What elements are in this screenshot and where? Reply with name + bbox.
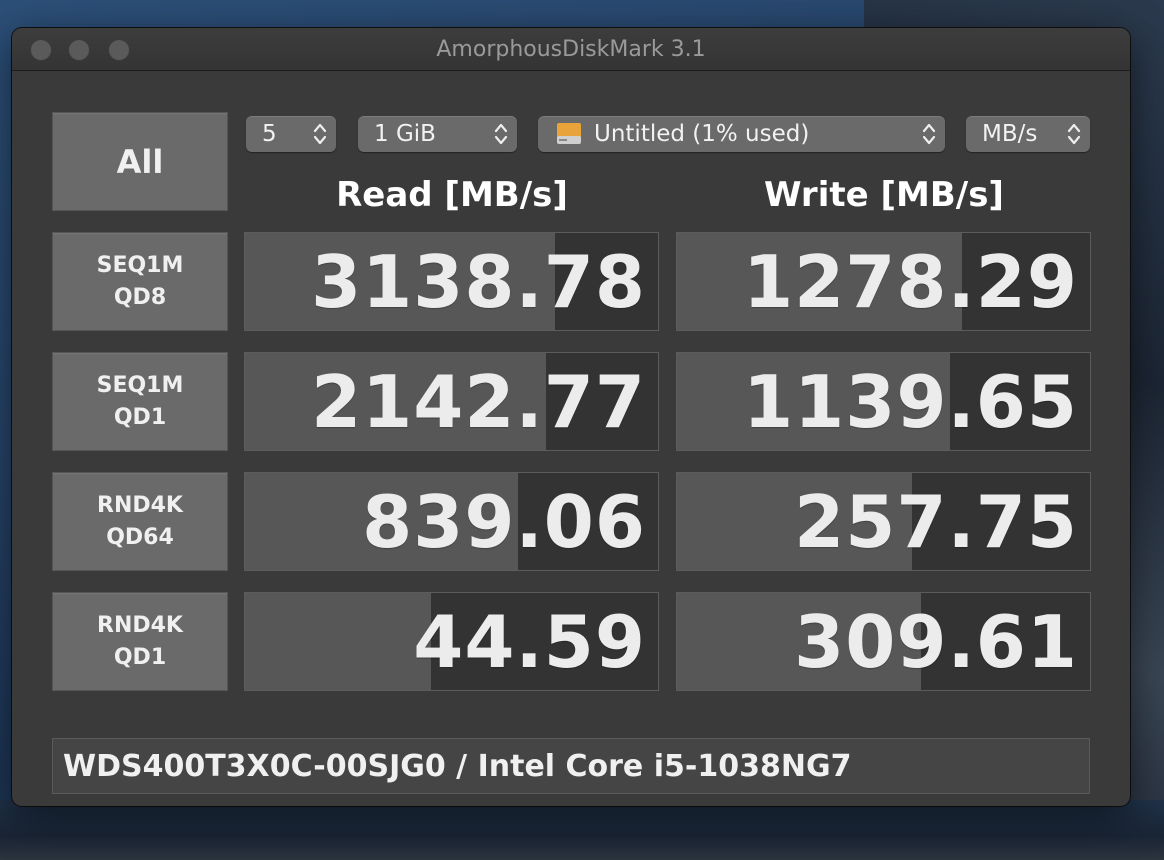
write-value: 257.75 <box>794 480 1078 564</box>
write-value: 1278.29 <box>743 240 1078 324</box>
write-value: 309.61 <box>794 600 1078 684</box>
main-panel: All 5 1 GiB Untitled (1% used) MB/s Read… <box>12 71 1130 806</box>
drive-value: Untitled (1% used) <box>594 121 810 147</box>
app-window: AmorphousDiskMark 3.1 All 5 1 GiB Untitl… <box>12 28 1130 806</box>
test-size-select[interactable]: 1 GiB <box>358 116 517 152</box>
read-column-header: Read [MB/s] <box>336 175 568 215</box>
row-label-seq1m-qd1[interactable]: SEQ1M QD1 <box>52 352 228 451</box>
read-result-rnd4k-qd1: 44.59 <box>244 592 659 691</box>
row-label-line1: SEQ1M <box>96 252 184 278</box>
read-value: 3138.78 <box>311 240 646 324</box>
unit-select[interactable]: MB/s <box>966 116 1090 152</box>
read-value: 839.06 <box>362 480 646 564</box>
row-label-line1: RND4K <box>97 492 183 518</box>
chevron-updown-icon <box>1067 123 1081 145</box>
chevron-updown-icon <box>313 123 327 145</box>
row-label-line1: SEQ1M <box>96 372 184 398</box>
test-count-select[interactable]: 5 <box>246 116 336 152</box>
unit-value: MB/s <box>982 121 1038 147</box>
row-label-rnd4k-qd1[interactable]: RND4K QD1 <box>52 592 228 691</box>
chevron-updown-icon <box>494 123 508 145</box>
row-label-line1: RND4K <box>97 612 183 638</box>
drive-icon <box>557 123 581 144</box>
read-bar-fill <box>245 593 431 690</box>
all-button[interactable]: All <box>52 112 228 211</box>
write-result-rnd4k-qd1: 309.61 <box>676 592 1091 691</box>
write-result-rnd4k-qd64: 257.75 <box>676 472 1091 571</box>
row-label-line2: QD1 <box>113 404 167 430</box>
read-result-rnd4k-qd64: 839.06 <box>244 472 659 571</box>
test-count-value: 5 <box>262 121 277 147</box>
read-value: 44.59 <box>413 600 646 684</box>
title-bar[interactable]: AmorphousDiskMark 3.1 <box>12 28 1130 71</box>
chevron-updown-icon <box>922 123 936 145</box>
test-size-value: 1 GiB <box>374 121 436 147</box>
write-value: 1139.65 <box>743 360 1078 444</box>
read-result-seq1m-qd1: 2142.77 <box>244 352 659 451</box>
write-column-header: Write [MB/s] <box>764 175 1004 215</box>
write-result-seq1m-qd8: 1278.29 <box>676 232 1091 331</box>
device-info-field[interactable]: WDS400T3X0C-00SJG0 / Intel Core i5-1038N… <box>52 738 1090 794</box>
window-title: AmorphousDiskMark 3.1 <box>436 37 706 62</box>
drive-select[interactable]: Untitled (1% used) <box>538 116 945 152</box>
row-label-rnd4k-qd64[interactable]: RND4K QD64 <box>52 472 228 571</box>
desktop-shore <box>0 800 1164 860</box>
row-label-seq1m-qd8[interactable]: SEQ1M QD8 <box>52 232 228 331</box>
row-label-line2: QD8 <box>113 284 167 310</box>
row-label-line2: QD1 <box>113 644 167 670</box>
row-label-line2: QD64 <box>106 524 174 550</box>
read-result-seq1m-qd8: 3138.78 <box>244 232 659 331</box>
read-value: 2142.77 <box>311 360 646 444</box>
write-result-seq1m-qd1: 1139.65 <box>676 352 1091 451</box>
